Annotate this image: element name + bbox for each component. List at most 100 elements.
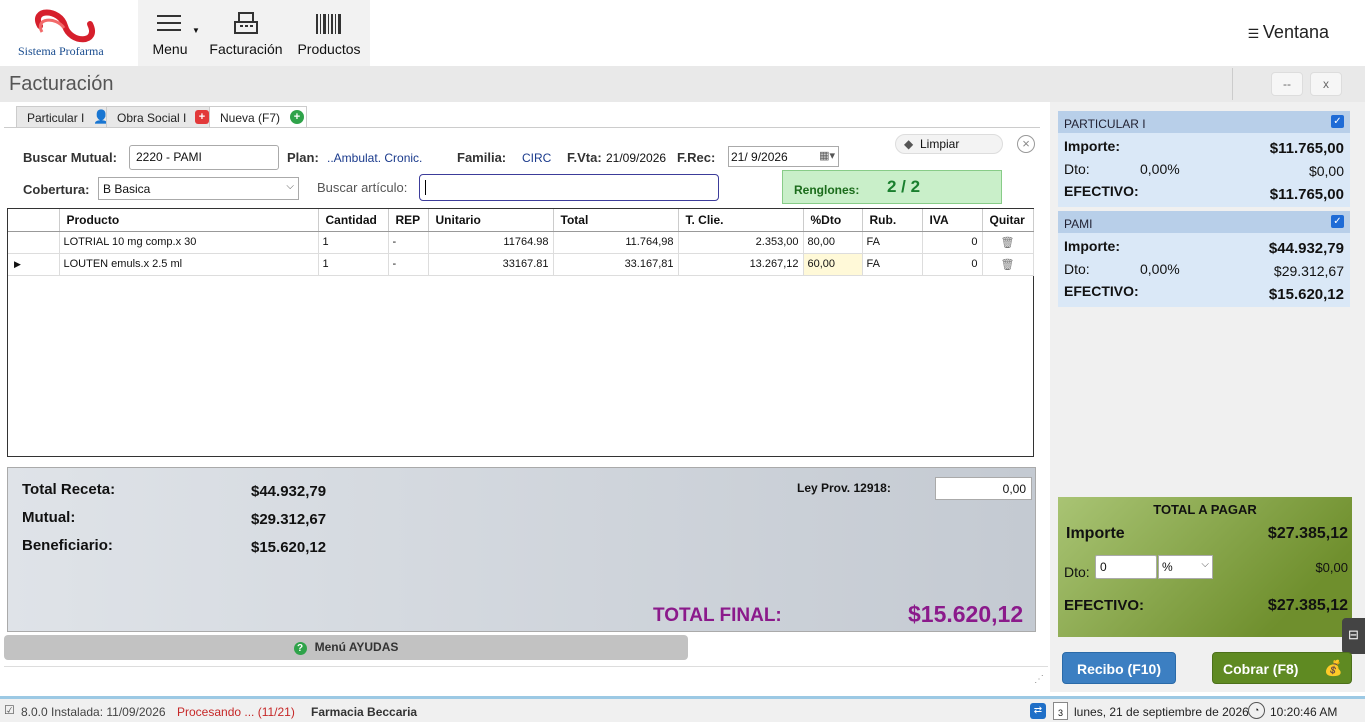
menu-ayudas-button[interactable]: ? Menú AYUDAS [4,635,688,660]
efectivo-label: EFECTIVO: [1064,597,1145,614]
cell-iva[interactable]: 0 [922,231,983,254]
col-rep[interactable]: REP [388,209,429,232]
dto-pct: 0,00% [1140,161,1180,177]
productos-button[interactable]: Productos [292,6,366,62]
plan-value: ..Ambulat. Cronic. [327,151,423,165]
cell-dto[interactable]: 60,00 [803,253,863,276]
card-header: PARTICULAR I ✓ [1058,111,1350,133]
cell-cantidad[interactable]: 1 [318,231,389,254]
cell-total[interactable]: 33.167,81 [553,253,679,276]
renglones-label: Renglones: [794,183,860,197]
efectivo-value: $15.620,12 [1268,286,1344,303]
cobertura-label: Cobertura: [23,182,90,197]
checkbox-checked-icon[interactable]: ✓ [1331,215,1344,228]
close-circle-icon[interactable]: × [1017,135,1035,153]
dto-unit-value: % [1162,560,1173,574]
importe-value: $11.765,00 [1269,140,1344,157]
medical-cross-icon: + [195,110,209,124]
col-producto[interactable]: Producto [59,209,319,232]
cell-producto[interactable]: LOTRIAL 10 mg comp.x 30 [59,231,319,254]
cobrar-button[interactable]: Cobrar (F8) 💰 [1212,652,1352,684]
mutual-value: $29.312,67 [251,511,327,528]
col-unitario[interactable]: Unitario [428,209,554,232]
efectivo-label: EFECTIVO: [1064,283,1139,299]
cell-cantidad[interactable]: 1 [318,253,389,276]
limpiar-button[interactable]: ◆ Limpiar [895,134,1003,154]
facturacion-button[interactable]: Facturación [204,6,288,62]
cell-tclie[interactable]: 13.267,12 [678,253,804,276]
cell-iva[interactable]: 0 [922,253,983,276]
ley-input[interactable]: 0,00 [935,477,1032,500]
row-selector-header [8,209,60,232]
current-row-arrow-icon: ▶ [14,259,21,269]
col-total[interactable]: Total [553,209,679,232]
row-selector[interactable]: ▶ [8,253,60,276]
renglones-value: 2 / 2 [887,177,921,196]
col-cantidad[interactable]: Cantidad [318,209,389,232]
dropdown-arrow-icon: ▼ [192,26,200,35]
efectivo-value: $11.765,00 [1269,186,1344,203]
col-tclie[interactable]: T. Clie. [678,209,804,232]
close-button[interactable]: x [1310,72,1342,96]
efectivo-label: EFECTIVO: [1064,183,1139,199]
checkbox-checked-icon[interactable]: ✓ [1331,115,1344,128]
side-handle-icon[interactable]: ⊟ [1342,618,1365,654]
table-row[interactable]: ▶ LOUTEN emuls.x 2.5 ml 1 - 33167.81 33.… [8,253,1034,276]
importe-value: $27.385,12 [1267,525,1348,542]
cell-unitario[interactable]: 11764.98 [428,231,554,254]
familia-value: CIRC [522,151,552,165]
buscar-articulo-input[interactable] [419,174,719,201]
cell-rep[interactable]: - [388,253,429,276]
minimize-button[interactable]: -- [1271,72,1303,96]
cell-tclie[interactable]: 2.353,00 [678,231,804,254]
ventana-menu[interactable]: ☰ Ventana [1248,22,1329,43]
recibo-button[interactable]: Recibo (F10) [1062,652,1176,684]
barcode-icon [316,14,341,34]
dto-unit-select[interactable]: % ⌵ [1158,555,1213,579]
cash-register-icon [234,12,258,34]
sync-icon[interactable]: ⇄ [1030,703,1046,719]
cell-rep[interactable]: - [388,231,429,254]
cell-producto[interactable]: LOUTEN emuls.x 2.5 ml [59,253,319,276]
cobertura-select[interactable]: B Basica ⌵ [98,177,299,200]
resize-grip-icon: ⋰ [1034,674,1044,685]
cell-rub[interactable]: FA [862,253,923,276]
buscar-mutual-label: Buscar Mutual: [23,150,117,165]
col-iva[interactable]: IVA [922,209,983,232]
logo: Sistema Profarma [10,6,120,62]
renglones-box: Renglones: 2 / 2 [782,170,1002,204]
logo-text: Sistema Profarma [18,44,104,58]
frec-datepicker[interactable]: 21/ 9/2026 ▦▾ [728,146,839,167]
col-quitar[interactable]: Quitar [982,209,1034,232]
profarma-logo-icon [35,9,95,43]
dto-input[interactable]: 0 [1095,555,1157,579]
calendar-icon: ▦▾ [819,150,835,162]
col-rub[interactable]: Rub. [862,209,923,232]
buscar-mutual-input[interactable]: 2220 - PAMI [129,145,279,170]
dto-label: Dto: [1064,261,1090,277]
tab-nueva[interactable]: Nueva (F7) + [209,106,307,128]
dto-label: Dto: [1064,564,1090,580]
tab-particular[interactable]: Particular I 👤 [16,106,110,128]
cell-rub[interactable]: FA [862,231,923,254]
cell-unitario[interactable]: 33167.81 [428,253,554,276]
table-row[interactable]: LOTRIAL 10 mg comp.x 30 1 - 11764.98 11.… [8,231,1034,254]
tab-obra-social[interactable]: Obra Social I + [106,106,212,128]
card-particular: PARTICULAR I ✓ Importe: $11.765,00 Dto: … [1058,111,1350,207]
status-date: lunes, 21 de septiembre de 2026 [1074,705,1249,719]
trash-icon[interactable]: 🗑 [982,231,1034,254]
cell-dto[interactable]: 80,00 [803,231,863,254]
total-a-pagar-panel: TOTAL A PAGAR Importe $27.385,12 Dto: 0 … [1058,497,1352,637]
col-dto[interactable]: %Dto [803,209,863,232]
importe-label: Importe [1066,525,1125,542]
menu-button[interactable]: ▼ Menu [142,6,200,62]
eraser-icon: ◆ [904,137,914,151]
row-selector[interactable] [8,231,60,254]
card-pami: PAMI ✓ Importe: $44.932,79 Dto: 0,00% $2… [1058,211,1350,307]
trash-icon[interactable]: 🗑 [982,253,1034,276]
calendar-icon: 3 [1053,702,1068,720]
dto-value: $29.312,67 [1273,263,1344,279]
ley-label: Ley Prov. 12918: [797,481,891,495]
farmacia-name: Farmacia Beccaria [311,705,418,719]
cell-total[interactable]: 11.764,98 [553,231,679,254]
